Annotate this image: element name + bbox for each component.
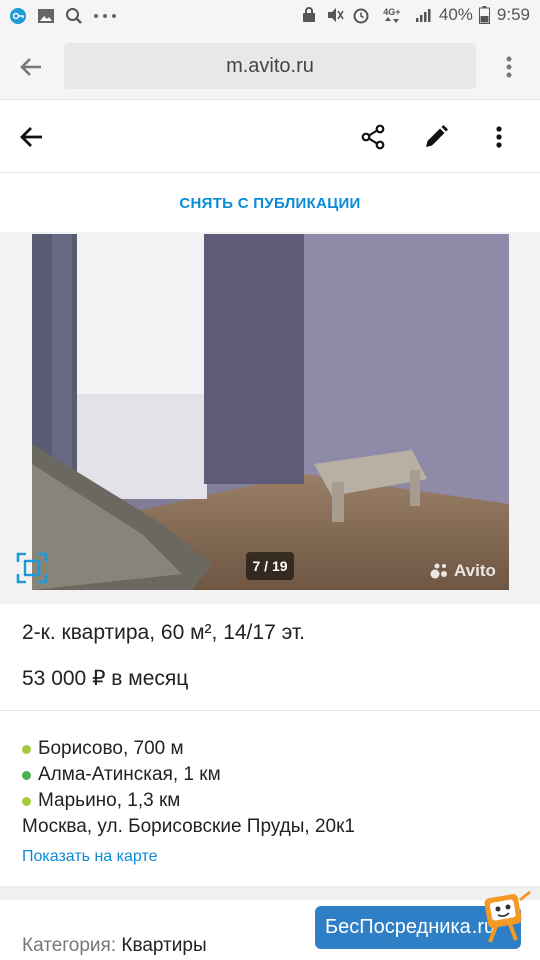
status-left-icons [8,6,118,26]
battery-icon [479,5,491,25]
edit-icon [426,125,448,147]
section-divider [0,886,540,900]
more-notifications-icon [92,6,118,26]
listing-photo[interactable] [32,234,509,590]
category-row: Категория: Квартиры [22,935,207,957]
unpublish-button[interactable]: СНЯТЬ С ПУБЛИКАЦИИ [0,174,540,232]
network-4g-icon: 4G+ [377,5,407,25]
photo-counter: 7 / 19 [246,552,294,580]
divider [0,710,540,711]
avito-watermark: Avito [430,561,496,581]
edit-button[interactable] [418,119,454,155]
back-button[interactable] [14,119,50,155]
category-value: Квартиры [121,935,207,956]
mute-icon [325,5,345,25]
metro-station-name: Борисово, 700 м [38,738,184,759]
search-icon [64,6,84,26]
metro-station: Алма-Атинская, 1 км [22,764,221,786]
banner-text: БесПосредника [325,916,471,938]
metro-line-dot [22,770,31,780]
browser-menu-button[interactable] [494,52,524,82]
signal-icon [413,5,433,25]
room-photo-image [32,234,509,590]
network-type: 4G+ [383,6,401,17]
fullscreen-icon [16,552,48,584]
url-field[interactable]: m.avito.ru [64,43,476,89]
battery-percent: 40% [438,5,473,24]
more-vertical-icon [496,126,502,148]
vpn-key-icon [8,6,28,26]
more-button[interactable] [481,119,517,155]
more-vertical-icon [506,56,512,78]
share-button[interactable] [355,119,391,155]
avito-watermark-text: Avito [454,561,496,580]
avito-logo-icon [430,563,447,579]
metro-line-dot [22,796,31,806]
category-label: Категория: [22,935,117,956]
listing-price: 53 000 ₽ в месяц [22,667,189,690]
lock-icon [299,5,319,25]
status-right-icons: 4G+ 40% 9:59 [299,5,530,25]
image-icon [36,6,56,26]
metro-line-dot [22,744,31,754]
app-toolbar [0,101,540,173]
alarm-icon [351,5,371,25]
back-arrow-icon [20,127,42,147]
address: Москва, ул. Борисовские Пруды, 20к1 [22,816,355,837]
unpublish-label: СНЯТЬ С ПУБЛИКАЦИИ [179,194,361,212]
besposrednika-mascot-icon [476,888,534,950]
share-icon [361,124,385,150]
status-bar: 4G+ 40% 9:59 [0,0,540,34]
browser-url-bar: m.avito.ru [0,34,540,100]
clock: 9:59 [496,5,530,24]
show-on-map-link[interactable]: Показать на карте [22,848,157,866]
metro-station-name: Марьино, 1,3 км [38,790,181,811]
metro-station: Борисово, 700 м [22,738,184,760]
metro-station: Марьино, 1,3 км [22,790,180,812]
metro-station-name: Алма-Атинская, 1 км [38,764,221,785]
browser-back-button[interactable] [16,52,46,82]
back-arrow-icon [20,58,41,76]
listing-title: 2-к. квартира, 60 м², 14/17 эт. [22,621,305,644]
fullscreen-button[interactable] [14,548,50,588]
